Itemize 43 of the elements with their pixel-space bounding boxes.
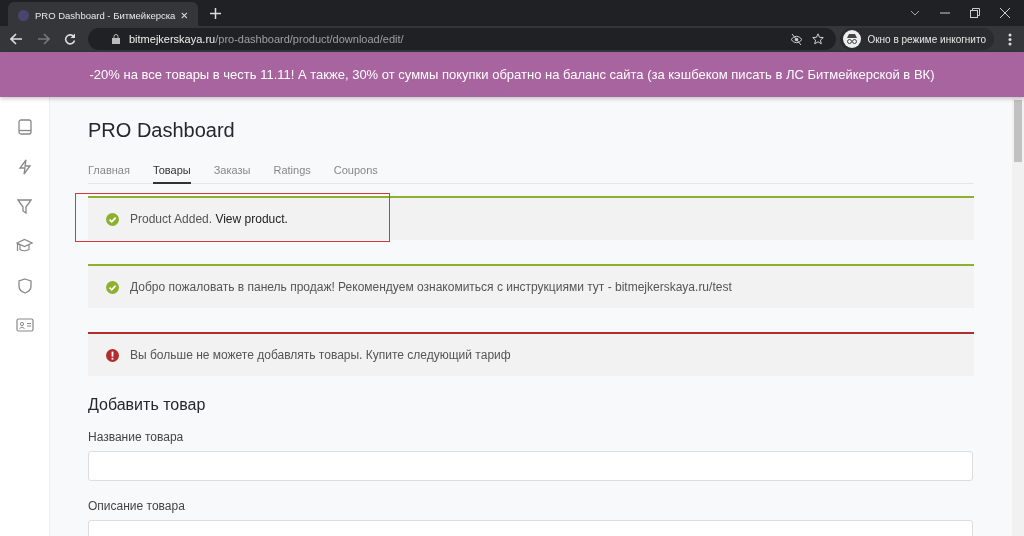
check-circle-icon — [106, 212, 119, 226]
notice-text: Добро пожаловать в панель продаж! Рекомендуем ознакомиться с инструкциями тут - bitmejkerskaya.ru/test — [130, 280, 732, 294]
graduation-cap-icon[interactable] — [16, 238, 33, 254]
nav-tab[interactable]: Заказы — [213, 164, 251, 183]
tablet-icon[interactable] — [17, 119, 32, 135]
nav-tab[interactable]: Ratings — [273, 164, 311, 183]
lock-icon — [112, 34, 120, 44]
back-icon[interactable] — [10, 33, 23, 45]
page-title: PRO Dashboard — [88, 119, 236, 142]
form-title: Добавить товар — [88, 396, 207, 414]
site-icon — [18, 9, 29, 21]
id-card-icon[interactable] — [15, 318, 34, 332]
shield-icon[interactable] — [17, 278, 32, 294]
address-field[interactable]: bitmejkerskaya.ru/pro-dashboard/product/download/edit/ — [88, 28, 837, 50]
incognito-icon — [843, 30, 862, 48]
close-icon[interactable] — [181, 10, 188, 20]
scrollbar[interactable] — [1012, 97, 1024, 536]
browser-tab[interactable]: PRO Dashboard - Битмейкерска — [8, 2, 198, 28]
field-label: Описание товара — [88, 499, 186, 513]
menu-icon[interactable] — [1008, 32, 1012, 46]
nav-tab[interactable]: Главная — [88, 164, 130, 183]
notice-text: Вы больше не можете добавлять товары. Купите следующий тариф — [130, 348, 511, 362]
eye-slash-icon[interactable] — [790, 33, 804, 45]
nav-tab[interactable]: Coupons — [333, 164, 378, 183]
chevron-down-icon[interactable] — [910, 10, 920, 16]
incognito-badge[interactable]: Окно в режиме инкогнито — [840, 28, 994, 50]
restore-icon[interactable] — [970, 8, 980, 18]
promo-banner: -20% на все товары в честь 11.11! А также, 30% от суммы покупки обратно на баланс сайта (за кэшбеком писать в ЛС Битмейкерской в ВК) — [0, 52, 1024, 97]
exclamation-circle-icon — [106, 348, 119, 362]
reload-icon[interactable] — [64, 33, 76, 45]
input-field[interactable] — [88, 451, 973, 481]
lightning-icon[interactable] — [17, 159, 32, 175]
new-tab-icon[interactable] — [210, 7, 221, 19]
view-product-link[interactable]: View product. — [215, 212, 288, 226]
check-circle-icon — [106, 280, 119, 294]
nav-tab[interactable]: Товары — [152, 164, 191, 184]
forward-icon[interactable] — [37, 33, 50, 45]
star-icon[interactable] — [812, 33, 825, 45]
filter-icon[interactable] — [17, 199, 32, 214]
field-label: Название товара — [88, 430, 185, 444]
tab-title: PRO Dashboard - Битмейкерска — [35, 9, 176, 21]
close-icon[interactable] — [1000, 8, 1010, 18]
notice-text: Product Added. View product. — [130, 212, 288, 226]
